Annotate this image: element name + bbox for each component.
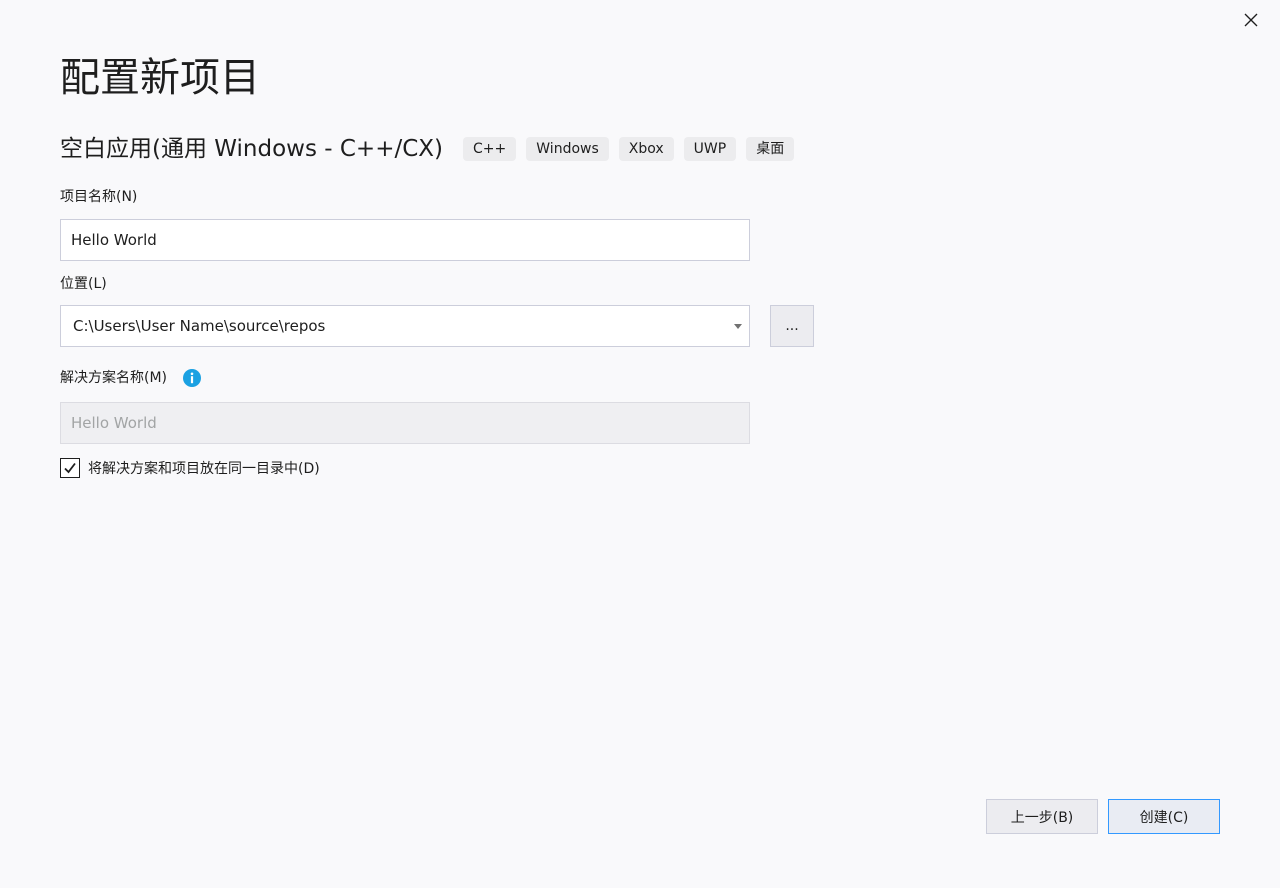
tag-cpp: C++ — [463, 137, 517, 161]
template-info: 空白应用(通用 Windows - C++/CX) C++ Windows Xb… — [60, 132, 804, 166]
same-directory-checkbox[interactable] — [60, 458, 80, 478]
solution-name-input[interactable] — [60, 402, 750, 444]
location-label: 位置(L) — [60, 276, 107, 292]
page-title: 配置新项目 — [60, 55, 260, 101]
project-name-label: 项目名称(N) — [60, 189, 138, 205]
tag-windows: Windows — [526, 137, 609, 161]
tag-xbox: Xbox — [618, 137, 674, 161]
location-value: C:\Users\User Name\source\repos — [73, 317, 326, 335]
location-combobox[interactable]: C:\Users\User Name\source\repos — [60, 305, 750, 347]
tag-uwp: UWP — [683, 137, 737, 161]
chevron-down-icon — [734, 323, 742, 329]
same-directory-label[interactable]: 将解决方案和项目放在同一目录中(D) — [88, 459, 320, 479]
solution-name-label: 解决方案名称(M) — [60, 370, 168, 386]
back-button[interactable]: 上一步(B) — [986, 799, 1098, 834]
project-name-input[interactable] — [60, 219, 750, 261]
browse-button[interactable]: ... — [770, 305, 814, 347]
location-dropdown-button[interactable] — [731, 306, 745, 346]
checkmark-icon — [64, 462, 76, 474]
create-button[interactable]: 创建(C) — [1108, 799, 1220, 834]
template-name: 空白应用(通用 Windows - C++/CX) — [60, 136, 444, 162]
tag-desktop: 桌面 — [746, 137, 795, 161]
info-icon[interactable] — [183, 369, 201, 387]
close-button[interactable] — [1239, 8, 1263, 32]
close-icon — [1244, 13, 1258, 27]
